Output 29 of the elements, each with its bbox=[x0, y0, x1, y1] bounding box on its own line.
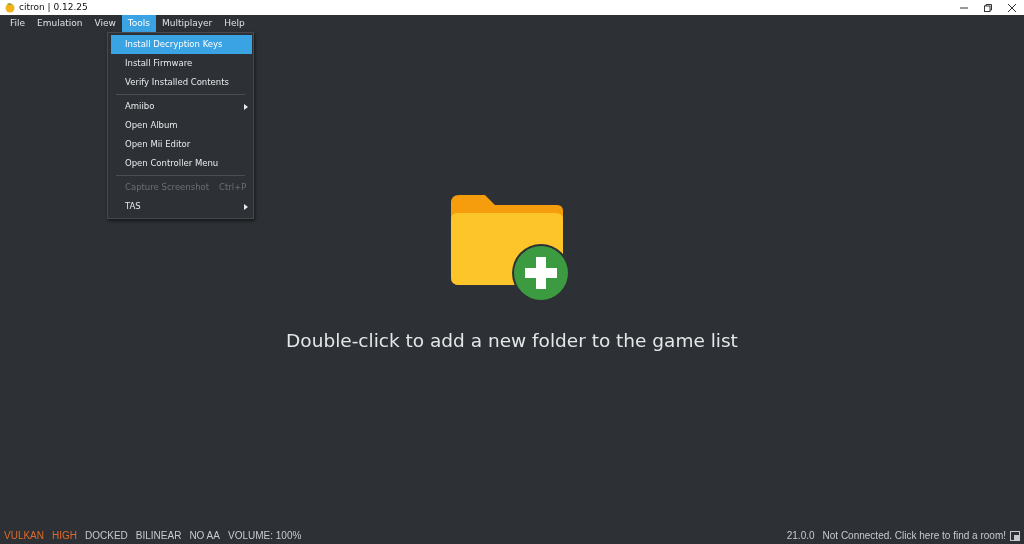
status-label: DOCKED bbox=[85, 529, 128, 543]
shortcut-label: Ctrl+P bbox=[219, 181, 247, 194]
submenu-arrow-icon bbox=[244, 203, 248, 210]
menu-item[interactable]: View bbox=[88, 15, 122, 32]
menu-item[interactable]: File bbox=[4, 15, 32, 32]
dropdown-item[interactable]: Open Album bbox=[111, 116, 252, 135]
menu-item[interactable]: Emulation bbox=[31, 15, 89, 32]
window-title: citron | 0.12.25 bbox=[19, 0, 88, 14]
status-label: VOLUME: 100% bbox=[227, 529, 302, 543]
version-label: 21.0.0 bbox=[786, 529, 815, 543]
network-icon[interactable] bbox=[1010, 530, 1020, 541]
menu-item[interactable]: Multiplayer bbox=[156, 15, 219, 32]
dropdown-item[interactable]: Open Mii Editor bbox=[111, 135, 252, 154]
dropdown-item[interactable]: Open Controller Menu bbox=[111, 154, 252, 173]
network-status-link[interactable]: Not Connected. Click here to find a room! bbox=[822, 528, 1006, 543]
empty-state-message[interactable]: Double-click to add a new folder to the game list bbox=[286, 326, 738, 355]
close-icon[interactable] bbox=[1008, 3, 1016, 12]
submenu-arrow-icon bbox=[244, 103, 248, 110]
app-logo-icon bbox=[4, 2, 15, 13]
dropdown-item[interactable]: Install Firmware bbox=[111, 54, 252, 73]
dropdown-item[interactable]: Verify Installed Contents bbox=[111, 73, 252, 92]
dropdown-item[interactable]: TAS bbox=[111, 197, 252, 216]
status-label: HIGH bbox=[52, 529, 77, 543]
dropdown-item[interactable]: Amiibo bbox=[111, 97, 252, 116]
restore-icon[interactable] bbox=[984, 3, 992, 12]
status-label: BILINEAR bbox=[135, 529, 182, 543]
status-label: NO AA bbox=[189, 529, 220, 543]
menu-item[interactable]: Help bbox=[218, 15, 251, 32]
status-label: VULKAN bbox=[4, 529, 44, 543]
